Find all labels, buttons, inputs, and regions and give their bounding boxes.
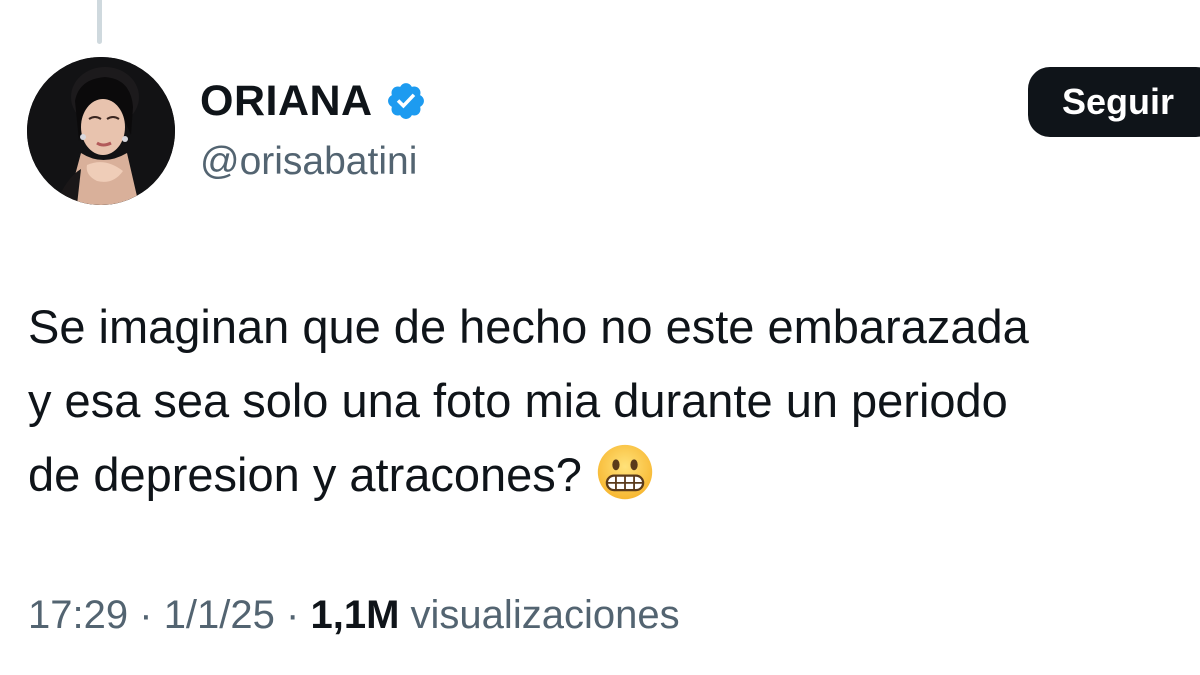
verified-badge-icon[interactable] <box>385 80 427 122</box>
tweet-text-line-last: de depresion y atracones? <box>28 438 1200 512</box>
meta-separator: · <box>286 593 300 637</box>
avatar-photo <box>27 57 175 205</box>
tweet-text-line: Se imaginan que de hecho no este embaraz… <box>28 300 1029 353</box>
thread-connector-line <box>97 0 102 44</box>
tweet-meta: 17:29 · 1/1/25 · 1,1M visualizaciones <box>28 593 680 638</box>
follow-button[interactable]: Seguir <box>1028 67 1200 137</box>
tweet-text-line-content: de depresion y atracones? <box>28 448 582 501</box>
avatar[interactable] <box>27 57 175 205</box>
grimacing-face-emoji-icon <box>596 443 654 501</box>
author-name-row: ORIANA <box>200 74 427 128</box>
author-handle[interactable]: @orisabatini <box>200 140 417 184</box>
views-count[interactable]: 1,1M <box>310 593 399 637</box>
tweet-time[interactable]: 17:29 <box>28 593 128 637</box>
meta-separator: · <box>139 593 153 637</box>
tweet-text: Se imaginan que de hecho no este embaraz… <box>28 290 1200 512</box>
tweet-text-line: y esa sea solo una foto mia durante un p… <box>28 374 1008 427</box>
tweet-date[interactable]: 1/1/25 <box>164 593 275 637</box>
author-display-name[interactable]: ORIANA <box>200 77 373 126</box>
views-label: visualizaciones <box>410 593 680 637</box>
